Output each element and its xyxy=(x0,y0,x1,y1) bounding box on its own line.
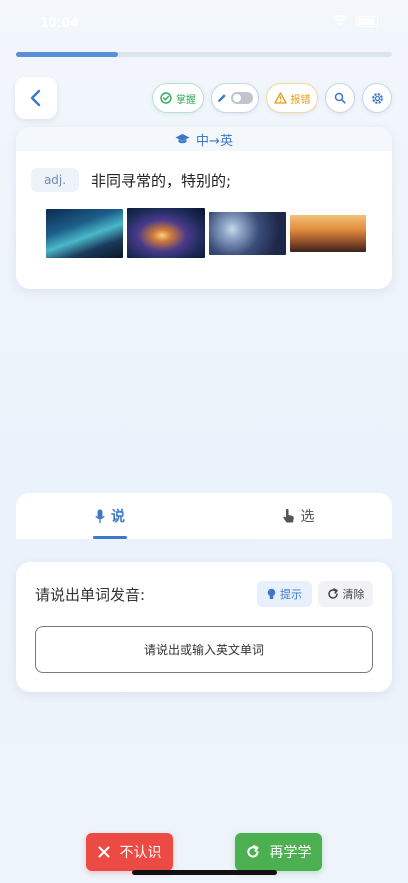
settings-button[interactable] xyxy=(362,83,392,113)
gear-icon xyxy=(371,92,383,104)
progress-bar xyxy=(16,52,392,57)
report-button[interactable]: 报错 xyxy=(266,83,318,113)
hint-label: 提示 xyxy=(280,588,302,601)
speak-prompt: 请说出单词发音: xyxy=(35,586,146,604)
lightbulb-icon xyxy=(267,588,276,599)
progress-fill xyxy=(16,52,118,57)
back-button[interactable] xyxy=(15,77,57,119)
tab-speak-label: 说 xyxy=(111,509,125,525)
tab-choose-label: 选 xyxy=(300,509,315,525)
hint-button[interactable]: 提示 xyxy=(257,581,312,607)
report-label: 报错 xyxy=(290,94,311,106)
toggle-knob xyxy=(233,94,241,102)
home-indicator[interactable] xyxy=(132,870,277,875)
part-of-speech-badge: adj. xyxy=(31,168,79,192)
status-time: 10:04 xyxy=(40,14,79,31)
action-bar: 不认识 再学学 xyxy=(0,832,408,872)
edit-toggle[interactable] xyxy=(211,83,259,113)
search-icon xyxy=(334,92,346,104)
status-bar: 10:04 xyxy=(0,0,408,44)
pencil-icon xyxy=(218,94,226,102)
refresh-icon xyxy=(327,588,338,599)
galaxy-image[interactable] xyxy=(127,208,205,258)
toggle-switch[interactable] xyxy=(231,92,253,104)
chevron-left-icon xyxy=(30,89,41,107)
unknown-button[interactable]: 不认识 xyxy=(86,833,173,871)
planet-image[interactable] xyxy=(209,211,286,255)
graduation-cap-icon xyxy=(175,134,190,144)
sunset-couple-image[interactable] xyxy=(290,214,366,252)
wifi-icon xyxy=(332,15,348,26)
hand-pointer-icon xyxy=(282,508,294,523)
refresh-icon xyxy=(246,845,258,858)
master-button[interactable]: 掌握 xyxy=(152,83,204,113)
relearn-label: 再学学 xyxy=(269,845,312,861)
microphone-icon xyxy=(95,509,105,523)
speak-panel: 请说出单词发音: 提示 清除 请说出或输入英文单词 xyxy=(16,562,392,692)
status-icons xyxy=(332,15,378,27)
word-card: 中→英 adj. 非同寻常的，特别的; xyxy=(16,127,392,289)
clear-button[interactable]: 清除 xyxy=(318,581,373,607)
clear-label: 清除 xyxy=(342,588,365,601)
battery-icon xyxy=(356,15,378,27)
definition-row: adj. 非同寻常的，特别的; xyxy=(31,168,392,192)
aurora-image[interactable] xyxy=(46,208,123,258)
image-strip xyxy=(46,208,392,258)
unknown-label: 不认识 xyxy=(119,845,162,861)
answer-input[interactable]: 请说出或输入英文单词 xyxy=(35,626,373,673)
mode-tabs: 说 选 xyxy=(16,493,392,539)
card-header: 中→英 xyxy=(16,127,392,151)
mode-label: 中→英 xyxy=(196,133,233,149)
master-label: 掌握 xyxy=(176,94,196,106)
definition-text: 非同寻常的，特别的; xyxy=(91,171,232,190)
tab-choose[interactable]: 选 xyxy=(204,493,392,539)
check-circle-icon xyxy=(160,92,172,104)
search-button[interactable] xyxy=(325,83,355,113)
close-icon xyxy=(98,846,109,858)
answer-input-placeholder: 请说出或输入英文单词 xyxy=(143,643,264,657)
tab-speak[interactable]: 说 xyxy=(16,493,204,539)
toolbar: 掌握 报错 xyxy=(152,83,392,113)
warning-icon xyxy=(273,92,287,104)
relearn-button[interactable]: 再学学 xyxy=(235,833,322,871)
active-tab-indicator xyxy=(93,536,127,539)
